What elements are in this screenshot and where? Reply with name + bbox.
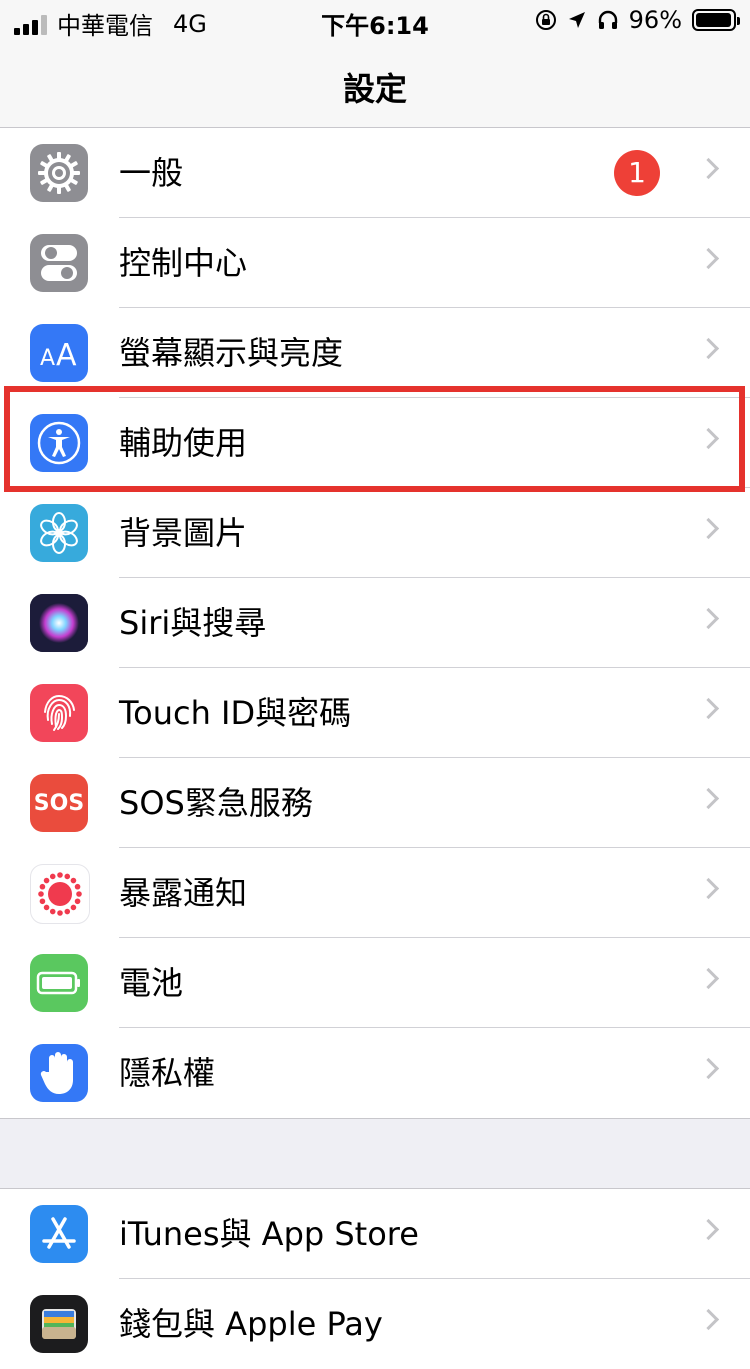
status-bar: 中華電信 4G 下午6:14 96% [0,0,750,40]
chevron-right-icon [697,517,720,540]
switches-icon [30,234,88,292]
settings-row-switches[interactable]: 控制中心 [0,218,750,308]
accessibility-icon [30,414,88,472]
settings-row-app-store[interactable]: iTunes與 App Store [0,1189,750,1279]
text-size-icon: AA [30,324,88,382]
chevron-right-icon [697,337,720,360]
settings-row-gear[interactable]: 一般 1 [0,128,750,218]
settings-row-siri[interactable]: Siri與搜尋 [0,578,750,668]
svg-text:A: A [40,346,55,371]
settings-row-label: Siri與搜尋 [119,604,267,642]
battery-percent: 96% [628,6,682,34]
chevron-right-icon [697,247,720,270]
chevron-right-icon [697,967,720,990]
settings-row-label: 控制中心 [119,244,248,282]
chevron-right-icon [697,697,720,720]
settings-row-label: SOS緊急服務 [119,784,313,822]
battery-icon [30,954,88,1012]
exposure-icon [30,864,90,924]
flower-icon [30,504,88,562]
settings-row-label: 隱私權 [119,1054,216,1092]
chevron-right-icon [697,157,720,180]
battery-icon [692,9,740,31]
location-arrow-icon [568,12,585,28]
settings-row-label: 輔助使用 [119,424,248,462]
siri-icon [30,594,88,652]
svg-text:A: A [56,338,77,373]
settings-row-label: Touch ID與密碼 [119,694,352,732]
sos-icon: SOS [30,774,88,832]
chevron-right-icon [697,1218,720,1241]
chevron-right-icon [697,787,720,810]
chevron-right-icon [697,427,720,450]
settings-row-hand[interactable]: 隱私權 [0,1028,750,1118]
settings-row-wallet[interactable]: 錢包與 Apple Pay [0,1279,750,1369]
settings-row-label: 電池 [119,964,184,1002]
settings-row-fingerprint[interactable]: Touch ID與密碼 [0,668,750,758]
settings-row-label: iTunes與 App Store [119,1215,419,1253]
sos-icon-text: SOS [33,790,85,816]
settings-row-sos[interactable]: SOS SOS緊急服務 [0,758,750,848]
settings-row-label: 一般 [119,154,184,192]
hand-icon [30,1044,88,1102]
settings-row-accessibility[interactable]: 輔助使用 [0,398,750,488]
status-right: 96% [535,6,740,34]
gear-icon [30,144,88,202]
navigation-bar: 設定 [0,40,750,128]
settings-row-text-size[interactable]: A A 螢幕顯示與亮度 [0,308,750,398]
chevron-right-icon [697,877,720,900]
chevron-right-icon [697,1057,720,1080]
settings-row-label: 背景圖片 [119,514,248,552]
settings-row-label: 錢包與 Apple Pay [119,1305,383,1343]
page-title: 設定 [342,70,407,108]
settings-row-label: 暴露通知 [119,874,248,912]
settings-row-battery[interactable]: 電池 [0,938,750,1028]
settings-group-main: 一般 1 控制中心 A A 螢幕顯示與亮度 輔助使用背景圖片 Siri與搜尋 Touch ID與… [0,128,750,1119]
wallet-icon [30,1295,88,1353]
app-store-icon [30,1205,88,1263]
orientation-lock-icon [535,10,556,30]
notification-badge: 1 [614,150,660,196]
chevron-right-icon [697,1308,720,1331]
headphones-icon [598,10,617,29]
settings-row-label: 螢幕顯示與亮度 [119,334,344,372]
fingerprint-icon [30,684,88,742]
settings-row-flower[interactable]: 背景圖片 [0,488,750,578]
settings-group-store: iTunes與 App Store 錢包與 Apple Pay [0,1188,750,1369]
settings-row-exposure[interactable]: 暴露通知 [0,848,750,938]
chevron-right-icon [697,607,720,630]
